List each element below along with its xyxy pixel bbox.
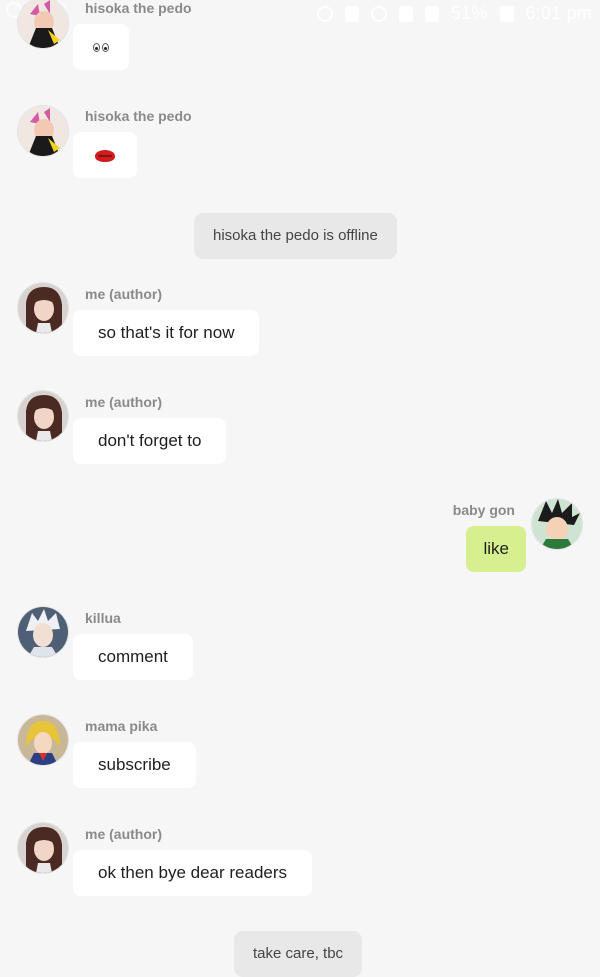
message-bubble[interactable]: don't forget to (73, 418, 227, 464)
battery-percent: 51% (450, 3, 488, 23)
message-bubble[interactable]: subscribe (73, 742, 196, 788)
eyes-emoji-icon (93, 43, 109, 53)
clock: 6:01 pm (525, 3, 592, 23)
kiss-lips-emoji-icon (95, 149, 115, 162)
message-bubble[interactable] (73, 132, 137, 178)
system-message: take care, tbc (234, 931, 363, 977)
volte-icon (344, 5, 359, 22)
gon-avatar[interactable] (532, 499, 582, 549)
sim-icon (398, 5, 413, 22)
sender-name: hisoka the pedo (85, 0, 192, 16)
message-bubble[interactable] (73, 24, 129, 70)
system-message: hisoka the pedo is offline (194, 213, 397, 259)
sender-name: me (author) (85, 286, 162, 302)
sender-name: baby gon (452, 502, 515, 518)
sender-name: me (author) (85, 826, 162, 842)
signal-icon (424, 5, 439, 22)
pika-avatar[interactable] (18, 715, 68, 765)
hisoka-avatar[interactable] (18, 0, 68, 48)
sender-name: hisoka the pedo (85, 108, 192, 124)
author-avatar[interactable] (18, 391, 68, 441)
alarm-icon (316, 5, 333, 22)
hisoka-avatar[interactable] (18, 106, 68, 156)
message-bubble[interactable]: so that's it for now (73, 310, 260, 356)
author-avatar[interactable] (18, 823, 68, 873)
killua-avatar[interactable] (18, 607, 68, 657)
wifi-icon (370, 5, 387, 22)
battery-icon (499, 5, 514, 22)
system-icons: 51% 6:01 pm (316, 3, 592, 24)
sender-name: killua (85, 610, 121, 626)
sender-name: me (author) (85, 394, 162, 410)
sender-name: mama pika (85, 718, 158, 734)
author-avatar[interactable] (18, 283, 68, 333)
message-bubble[interactable]: comment (73, 634, 193, 680)
outgoing-message-bubble[interactable]: like (466, 526, 526, 572)
message-bubble[interactable]: ok then bye dear readers (73, 850, 313, 896)
